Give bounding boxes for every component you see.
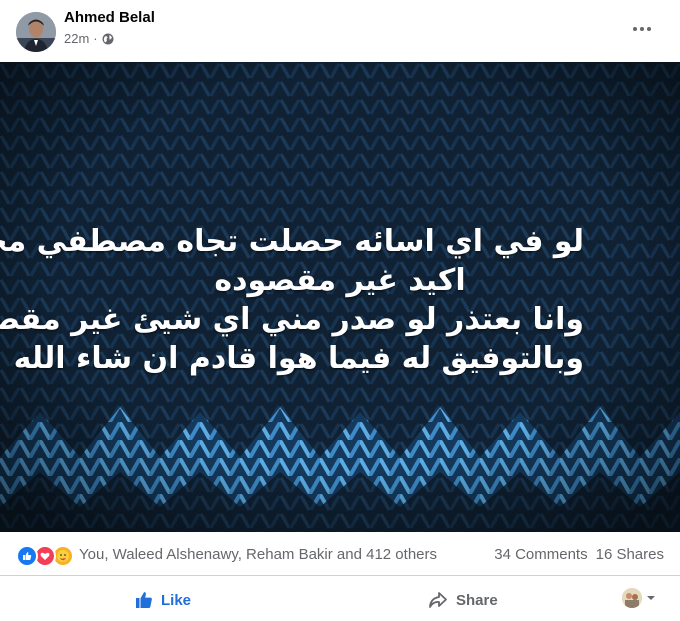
share-arrow-icon <box>429 592 447 608</box>
comments-count[interactable]: 34 Comments <box>494 546 587 563</box>
avatar-image <box>16 12 56 52</box>
author-avatar[interactable] <box>16 12 56 52</box>
thumbs-up-icon <box>136 592 152 608</box>
more-options-button[interactable] <box>624 14 660 44</box>
post-meta: 22m · <box>64 31 114 46</box>
caption-line-4: وبالتوفيق له فيما هوا قادم ان شاء الله <box>13 341 584 376</box>
facebook-post: Ahmed Belal 22m · لو في اي اسائه حصلت تج… <box>0 0 680 621</box>
post-actions: Like Share <box>0 576 680 621</box>
share-button[interactable]: Share <box>428 582 498 618</box>
engagement-counts: 34 Comments 16 Shares <box>494 546 664 563</box>
reactions-bar: You, Waleed Alshenawy, Reham Bakir and 4… <box>0 532 680 576</box>
caption-line-2: اكيد غير مقصوده <box>214 263 466 298</box>
more-dots-icon <box>633 27 651 31</box>
reaction-audience-selector[interactable] <box>622 588 656 608</box>
reactors-summary[interactable]: You, Waleed Alshenawy, Reham Bakir and 4… <box>79 546 437 563</box>
post-caption-text: لو في اي اسائه حصلت تجاه مصطفي محمد اكيد… <box>0 222 680 378</box>
globe-icon[interactable] <box>102 33 114 45</box>
like-label: Like <box>161 591 192 609</box>
caption-line-1: لو في اي اسائه حصلت تجاه مصطفي محمد <box>0 224 584 259</box>
caption-line-3: وانا بعتذر لو صدر مني اي شيئ غير مقصود <box>0 302 584 337</box>
shares-count[interactable]: 16 Shares <box>596 546 664 563</box>
chevron-down-icon <box>647 596 655 600</box>
meta-separator: · <box>93 31 98 46</box>
reaction-icons[interactable] <box>16 545 74 567</box>
like-reaction-icon <box>16 545 38 567</box>
audience-avatar <box>622 588 642 608</box>
post-time[interactable]: 22m <box>64 31 89 46</box>
post-image[interactable]: لو في اي اسائه حصلت تجاه مصطفي محمد اكيد… <box>0 62 680 532</box>
author-name[interactable]: Ahmed Belal <box>64 9 155 26</box>
post-header: Ahmed Belal 22m · <box>0 0 680 62</box>
share-label: Share <box>456 591 498 609</box>
like-button[interactable]: Like <box>135 582 191 618</box>
